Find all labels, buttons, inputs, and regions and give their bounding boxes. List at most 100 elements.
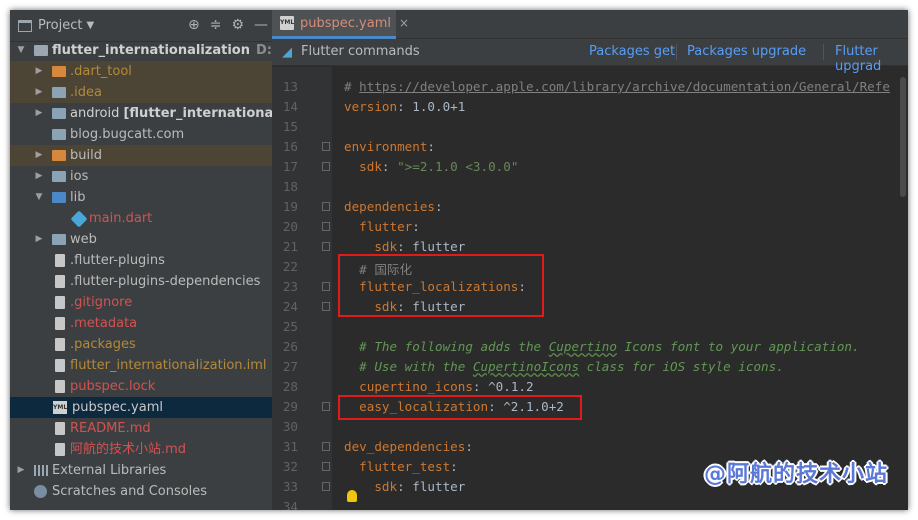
- tree-item-label: .flutter-plugins: [70, 253, 165, 268]
- fold-marker-icon[interactable]: [322, 202, 330, 211]
- divider: [823, 44, 824, 60]
- locate-icon[interactable]: ⊕: [188, 17, 200, 33]
- line-number: 16: [282, 139, 298, 154]
- tree-item-label: lib: [70, 190, 86, 205]
- tree-item-metadata[interactable]: .metadata: [10, 313, 272, 334]
- fold-marker-icon[interactable]: [322, 162, 330, 171]
- line-number: 27: [282, 359, 298, 374]
- chevron-right-icon[interactable]: ▶: [34, 103, 44, 124]
- tree-item-label: External Libraries: [52, 463, 167, 478]
- minimize-icon[interactable]: —: [254, 17, 268, 33]
- tree-item-label: .idea: [70, 85, 102, 100]
- tree-item-root[interactable]: ▼ flutter_internationalizationD:\Code: [10, 40, 272, 61]
- fold-marker-icon[interactable]: [322, 302, 330, 311]
- tree-item-label: .flutter-plugins-dependencies: [70, 274, 261, 289]
- tab-pubspec-yaml[interactable]: YML pubspec.yaml ×: [272, 10, 409, 39]
- highlight-box-easy-localization: [338, 395, 582, 420]
- tree-item-pubspec-yaml[interactable]: YML pubspec.yaml: [10, 397, 272, 418]
- web-folder-icon: [52, 234, 66, 245]
- folder-icon: [52, 171, 66, 182]
- line-number: 22: [282, 259, 298, 274]
- tree-item-build[interactable]: ▶ build: [10, 145, 272, 166]
- code-view[interactable]: 13 14 15 16 17 18 19 20 21 22 23 24 25 2…: [272, 67, 908, 510]
- tree-item-external-libraries[interactable]: ▶ External Libraries: [10, 460, 272, 481]
- chevron-down-icon[interactable]: ▼: [86, 20, 94, 31]
- chevron-right-icon[interactable]: ▶: [16, 460, 26, 481]
- android-folder-icon: [52, 108, 66, 119]
- chevron-right-icon[interactable]: ▶: [34, 145, 44, 166]
- fold-marker-icon[interactable]: [322, 282, 330, 291]
- tree-item-dart-tool[interactable]: ▶ .dart_tool: [10, 61, 272, 82]
- line-number: 24: [282, 299, 298, 314]
- line-number: 18: [282, 179, 298, 194]
- close-icon[interactable]: ×: [399, 16, 409, 30]
- line-number: 25: [282, 319, 298, 334]
- file-icon: [55, 317, 65, 330]
- tree-item-main-dart[interactable]: main.dart: [10, 208, 272, 229]
- tree-item-label: pubspec.lock: [70, 379, 156, 394]
- tree-item-label: ios: [70, 169, 89, 184]
- packages-upgrade-link[interactable]: Packages upgrade: [687, 44, 806, 59]
- chevron-right-icon[interactable]: ▶: [34, 229, 44, 250]
- chevron-right-icon[interactable]: ▶: [34, 166, 44, 187]
- chevron-right-icon[interactable]: ▶: [34, 61, 44, 82]
- fold-marker-icon[interactable]: [322, 142, 330, 151]
- fold-marker-icon[interactable]: [322, 402, 330, 411]
- yaml-file-icon: YML: [280, 16, 294, 30]
- tree-item-pubspec-lock[interactable]: pubspec.lock: [10, 376, 272, 397]
- lightbulb-icon[interactable]: [347, 490, 357, 502]
- library-icon: [34, 465, 48, 476]
- code-line-28: cupertino_icons: ^0.1.2: [344, 379, 534, 394]
- packages-get-link[interactable]: Packages get: [589, 44, 675, 59]
- tree-item-android[interactable]: ▶ android [flutter_internationalizat: [10, 103, 272, 124]
- tree-item-blog[interactable]: blog.bugcatt.com: [10, 124, 272, 145]
- collapse-all-icon[interactable]: ≑: [210, 17, 222, 33]
- tree-item-label: .gitignore: [70, 295, 133, 310]
- tree-item-lib[interactable]: ▼ lib: [10, 187, 272, 208]
- tree-item-web[interactable]: ▶ web: [10, 229, 272, 250]
- tree-item-flutter-plugins-deps[interactable]: .flutter-plugins-dependencies: [10, 271, 272, 292]
- scratch-icon: [34, 485, 47, 498]
- tree-item-label: 阿航的技术小站.md: [70, 442, 187, 457]
- tree-item-iml[interactable]: flutter_internationalization.iml: [10, 355, 272, 376]
- tree-item-packages[interactable]: .packages: [10, 334, 272, 355]
- tree-item-readme[interactable]: README.md: [10, 418, 272, 439]
- code-line-13: # https://developer.apple.com/library/ar…: [344, 79, 890, 94]
- line-number: 17: [282, 159, 298, 174]
- project-panel-title[interactable]: Project: [38, 18, 82, 33]
- gear-icon[interactable]: ⚙: [231, 17, 244, 33]
- folder-excluded-icon: [52, 150, 66, 161]
- tree-item-idea[interactable]: ▶ .idea: [10, 82, 272, 103]
- code-line-27: # Use with the CupertinoIcons class for …: [344, 359, 784, 374]
- tree-item-label: flutter_internationalization.iml: [70, 358, 267, 373]
- line-number: 14: [282, 99, 298, 114]
- tree-item-label: README.md: [70, 421, 151, 436]
- ide-window: Project ▼ ⊕ ≑ ⚙ — ▼ flutter_internationa…: [10, 10, 908, 510]
- editor-scrollbar[interactable]: [898, 67, 908, 510]
- fold-marker-icon[interactable]: [322, 462, 330, 471]
- chevron-down-icon[interactable]: ▼: [16, 40, 26, 61]
- tree-item-ios[interactable]: ▶ ios: [10, 166, 272, 187]
- tree-item-flutter-plugins[interactable]: .flutter-plugins: [10, 250, 272, 271]
- chevron-down-icon[interactable]: ▼: [34, 187, 44, 208]
- fold-marker-icon[interactable]: [322, 482, 330, 491]
- code-line-31: dev_dependencies:: [344, 439, 473, 454]
- chevron-right-icon[interactable]: ▶: [34, 82, 44, 103]
- tree-item-gitignore[interactable]: .gitignore: [10, 292, 272, 313]
- file-icon: [55, 380, 65, 393]
- line-number: 32: [282, 459, 298, 474]
- line-number: 23: [282, 279, 298, 294]
- tree-item-label: build: [70, 148, 102, 163]
- scrollbar-thumb[interactable]: [900, 77, 906, 197]
- fold-marker-icon[interactable]: [322, 242, 330, 251]
- tree-item-label: .metadata: [70, 316, 138, 331]
- folder-excluded-icon: [52, 66, 66, 77]
- editor-area: YML pubspec.yaml × ◢ Flutter commands Pa…: [272, 10, 908, 510]
- line-number: 30: [282, 419, 298, 434]
- fold-marker-icon[interactable]: [322, 222, 330, 231]
- line-number: 19: [282, 199, 298, 214]
- source-folder-icon: [52, 192, 66, 203]
- tree-item-scratches[interactable]: Scratches and Consoles: [10, 481, 272, 502]
- tree-item-blog-md[interactable]: 阿航的技术小站.md: [10, 439, 272, 460]
- fold-marker-icon[interactable]: [322, 442, 330, 451]
